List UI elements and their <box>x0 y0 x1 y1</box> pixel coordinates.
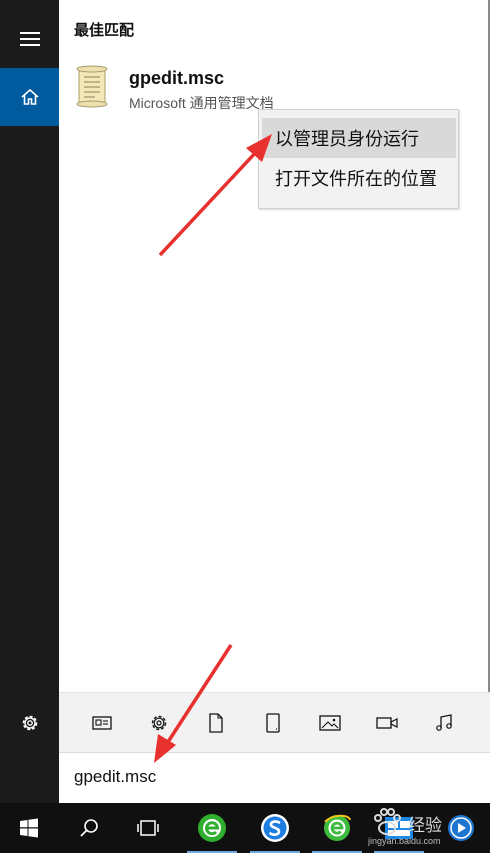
filter-documents-button[interactable] <box>203 711 229 735</box>
filter-music-button[interactable] <box>431 711 457 735</box>
home-button[interactable] <box>0 68 59 126</box>
taskbar-ie-button-2[interactable] <box>308 803 366 853</box>
filter-apps-button[interactable] <box>89 711 115 735</box>
search-filter-bar <box>59 692 490 752</box>
taskbar-search-button[interactable] <box>60 803 118 853</box>
ie-browser-icon <box>324 814 351 841</box>
tablet-icon <box>266 713 280 733</box>
sogou-browser-icon <box>261 814 289 842</box>
filter-devices-button[interactable] <box>260 711 286 735</box>
watermark-url: jingyan.baidu.com <box>368 836 441 846</box>
context-menu: 以管理员身份运行 打开文件所在的位置 <box>258 109 459 209</box>
ie-browser-icon <box>198 814 226 842</box>
task-view-icon <box>137 820 159 836</box>
watermark-text: 经验 <box>408 816 442 835</box>
settings-button[interactable] <box>0 694 59 752</box>
search-icon <box>80 819 98 837</box>
search-box[interactable]: gpedit.msc <box>59 752 490 803</box>
hamburger-menu-icon <box>19 32 40 46</box>
baidu-paw-logo <box>374 808 401 835</box>
start-left-rail <box>0 0 59 803</box>
app-icon <box>92 716 112 730</box>
settings-icon <box>151 715 167 731</box>
taskbar-ie-button[interactable] <box>183 803 241 853</box>
result-title: gpedit.msc <box>129 68 225 88</box>
run-as-admin-item[interactable]: 以管理员身份运行 <box>262 118 456 158</box>
scroll-document-icon <box>76 65 108 108</box>
home-icon <box>20 88 39 105</box>
taskbar-sogou-button[interactable] <box>246 803 304 853</box>
task-view-button[interactable] <box>119 803 177 853</box>
settings-gear-icon <box>22 715 37 731</box>
filter-videos-button[interactable] <box>374 711 400 735</box>
best-match-heading: 最佳匹配 <box>74 22 135 39</box>
music-icon <box>436 714 452 731</box>
best-match-result[interactable]: gpedit.msc Microsoft 通用管理文档 <box>73 62 373 112</box>
document-icon <box>209 713 223 733</box>
filter-photos-button[interactable] <box>317 711 343 735</box>
windows-start-icon <box>20 818 38 838</box>
open-file-location-item[interactable]: 打开文件所在的位置 <box>262 158 456 198</box>
photo-icon <box>319 715 341 731</box>
start-button[interactable] <box>0 803 58 853</box>
filter-settings-button[interactable] <box>146 711 172 735</box>
baidu-jingyan-watermark: 经验 jingyan.baidu.com <box>368 803 478 853</box>
result-subtitle: Microsoft 通用管理文档 <box>129 95 274 111</box>
menu-button[interactable] <box>0 10 59 68</box>
search-input[interactable]: gpedit.msc <box>74 767 156 787</box>
video-icon <box>376 717 398 729</box>
